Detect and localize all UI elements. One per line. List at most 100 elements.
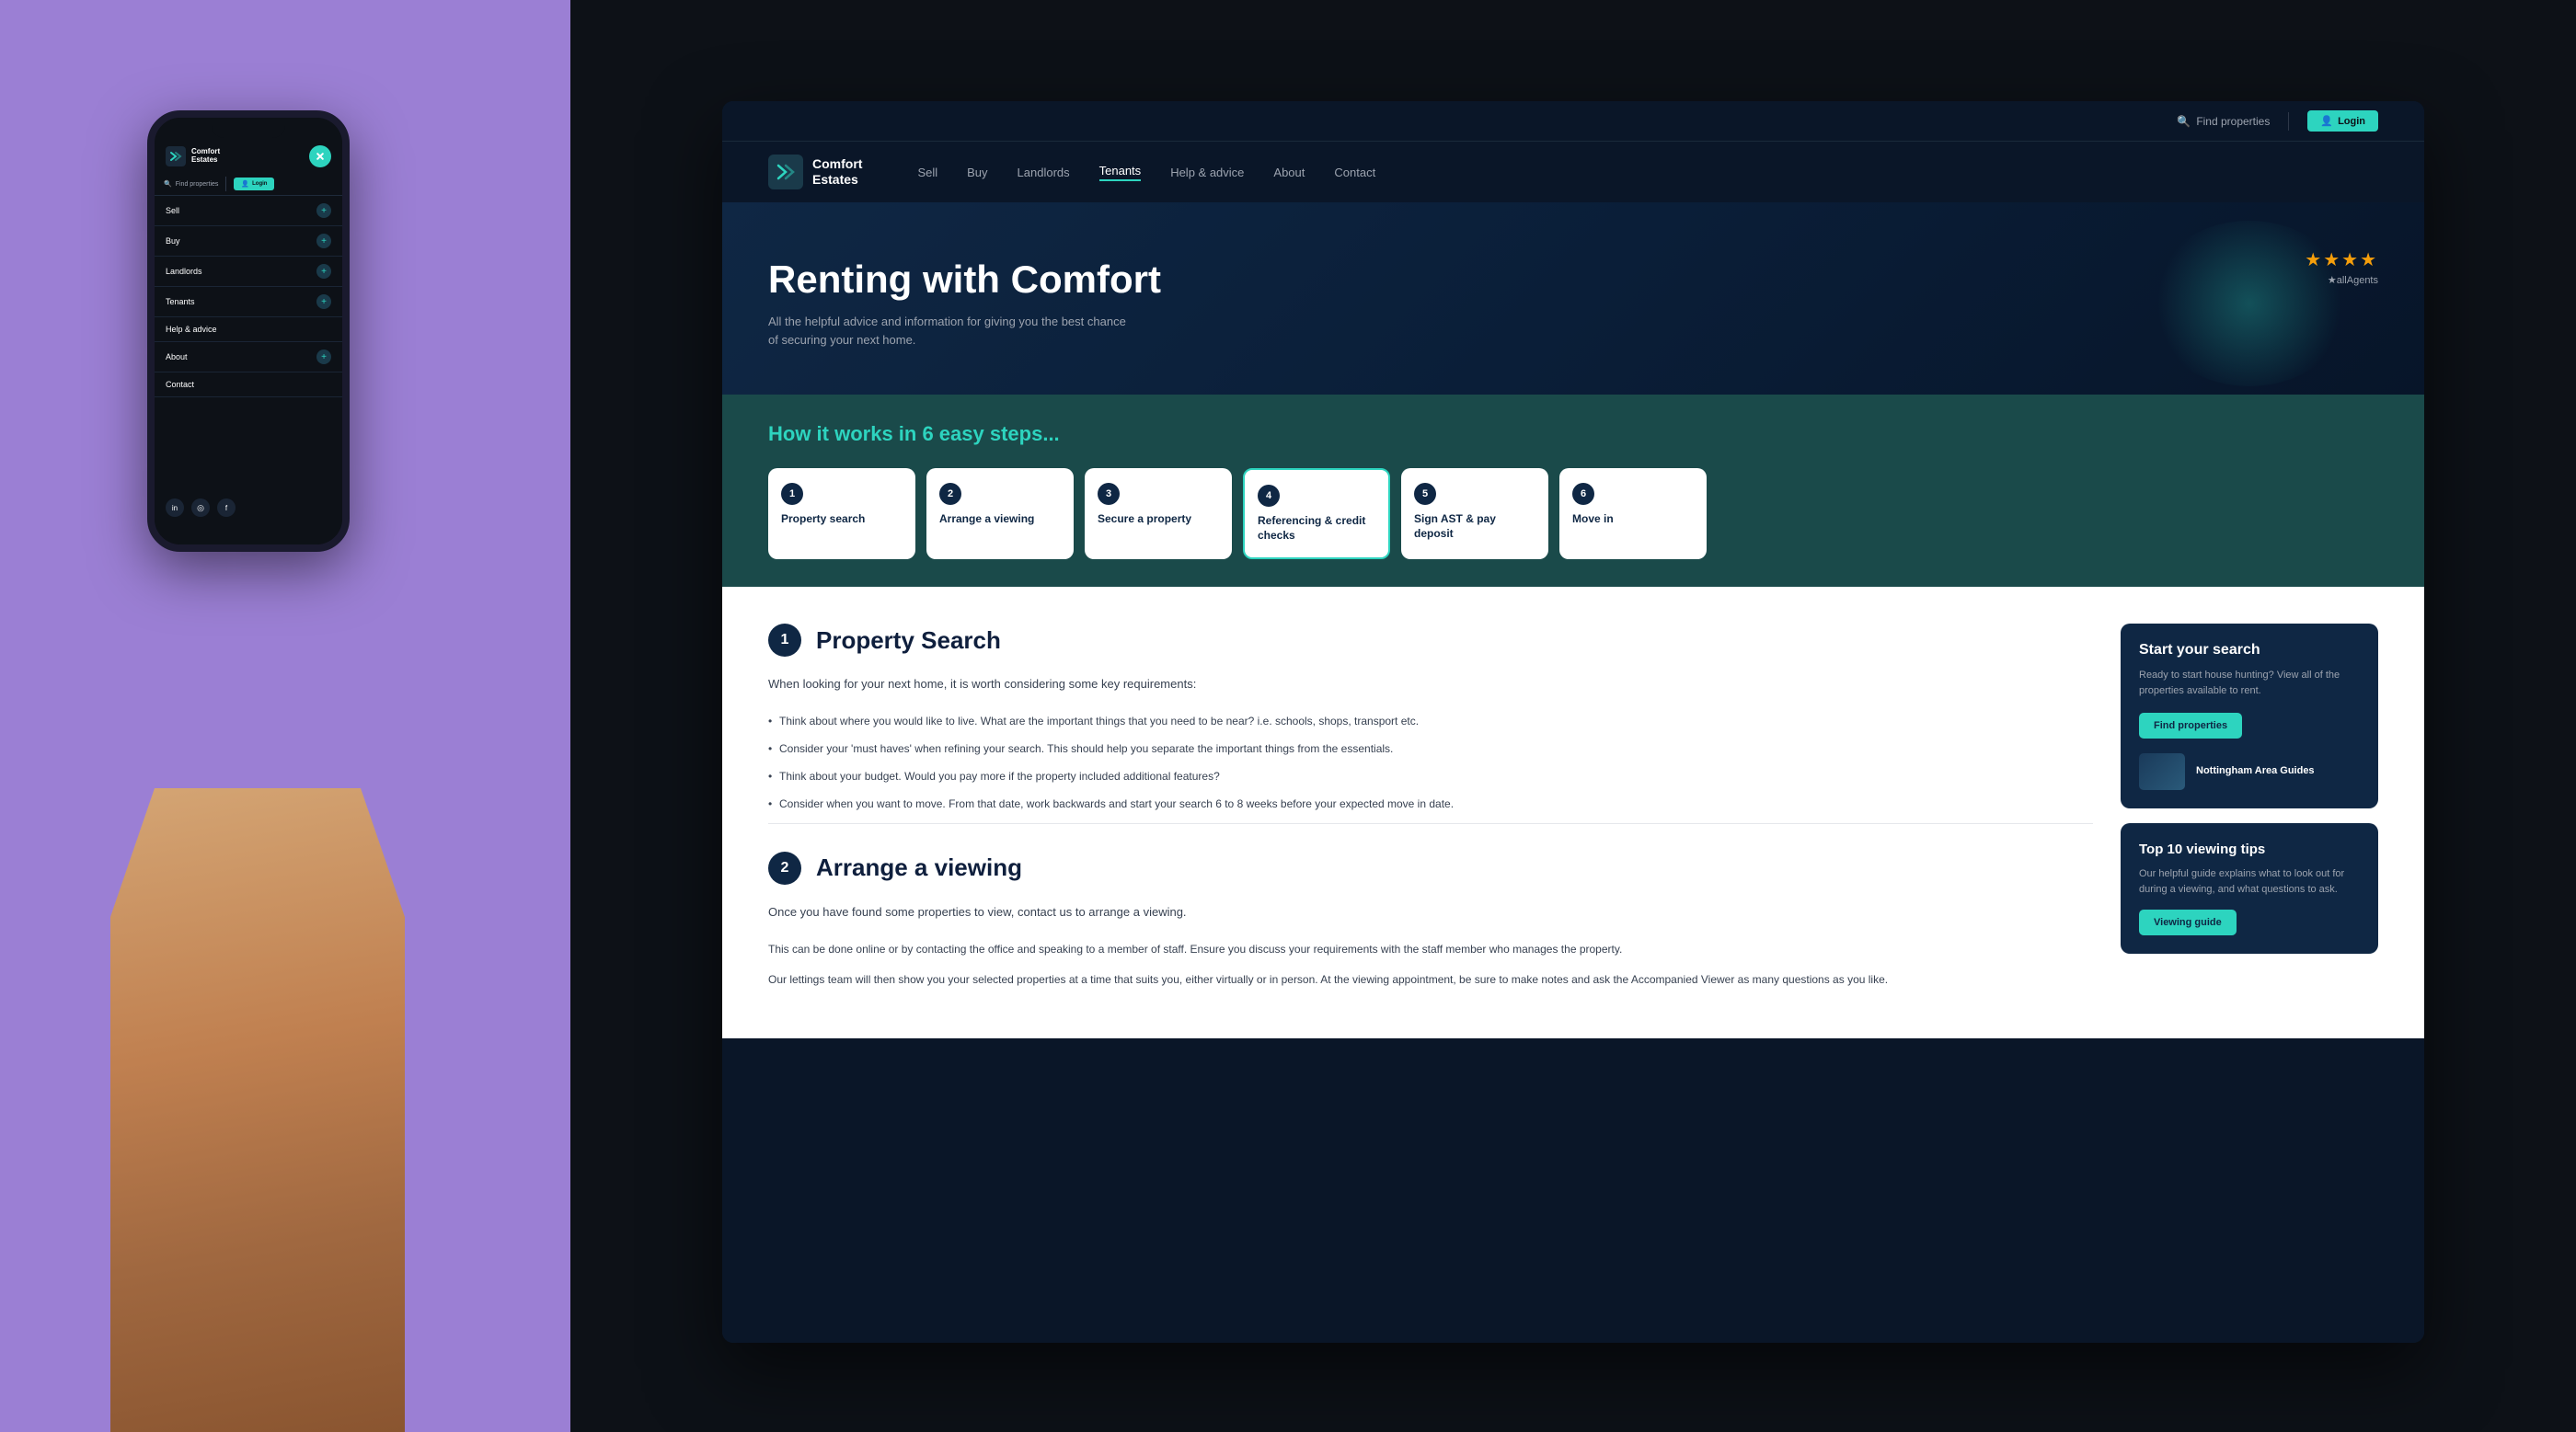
bullet-3: Think about your budget. Would you pay m… (768, 768, 2093, 785)
site-navigation: Comfort Estates Sell Buy Landlords Tenan… (722, 142, 2424, 202)
section2-number: 2 (768, 852, 801, 885)
phone-menu-item-contact[interactable]: Contact (155, 372, 342, 397)
section1-title: Property Search (816, 626, 1001, 655)
phone-menu-item-sell[interactable]: Sell + (155, 196, 342, 226)
step-label-3: Secure a property (1098, 512, 1191, 527)
phone-find-properties[interactable]: 🔍 Find properties (164, 180, 218, 188)
nav-link-contact[interactable]: Contact (1334, 166, 1375, 179)
website-wrapper: 🔍 Find properties 👤 Login (722, 101, 2424, 1343)
step-label-5: Sign AST & pay deposit (1414, 512, 1535, 541)
allagents-stars: ★★★★ (2305, 248, 2378, 271)
utility-login-button[interactable]: 👤 Login (2307, 110, 2378, 132)
sidebar-search-title: Start your search (2139, 642, 2360, 659)
section1-header: 1 Property Search (768, 624, 2093, 657)
phone-menu: Sell + Buy + Landlords + Tenants + Help … (155, 196, 342, 397)
step-card-4[interactable]: 4 Referencing & credit checks (1243, 468, 1390, 559)
nav-logo: Comfort Estates (768, 155, 862, 189)
step-number-2: 2 (939, 483, 961, 505)
nav-link-sell[interactable]: Sell (917, 166, 937, 179)
step-card-5[interactable]: 5 Sign AST & pay deposit (1401, 468, 1548, 559)
section2-title: Arrange a viewing (816, 853, 1022, 882)
buy-expand-icon: + (316, 234, 331, 248)
hero-title: Renting with Comfort (768, 258, 2378, 302)
step-number-3: 3 (1098, 483, 1120, 505)
phone-header: Comfort Estates (155, 138, 342, 173)
sidebar-card-viewing-tips: Top 10 viewing tips Our helpful guide ex… (2121, 823, 2378, 954)
nav-link-buy[interactable]: Buy (967, 166, 987, 179)
nav-links: Sell Buy Landlords Tenants Help & advice… (917, 164, 1375, 181)
step-card-1[interactable]: 1 Property search (768, 468, 915, 559)
sidebar-guide-item: Nottingham Area Guides (2139, 753, 2360, 790)
steps-section: How it works in 6 easy steps... 1 Proper… (722, 395, 2424, 587)
step-card-2[interactable]: 2 Arrange a viewing (926, 468, 1074, 559)
nav-link-help[interactable]: Help & advice (1170, 166, 1244, 179)
phone-close-button[interactable] (309, 145, 331, 167)
landlords-expand-icon: + (316, 264, 331, 279)
section1-number: 1 (768, 624, 801, 657)
content-left: 1 Property Search When looking for your … (768, 624, 2093, 1002)
find-properties-button[interactable]: Find properties (2139, 713, 2242, 739)
viewing-tips-title: Top 10 viewing tips (2139, 842, 2360, 857)
step-number-5: 5 (1414, 483, 1436, 505)
step-label-4: Referencing & credit checks (1258, 514, 1375, 543)
instagram-icon[interactable]: ◎ (191, 498, 210, 517)
hero-section: Renting with Comfort All the helpful adv… (722, 202, 2424, 395)
section1-bullets: Think about where you would like to live… (768, 713, 2093, 812)
viewing-guide-button[interactable]: Viewing guide (2139, 910, 2237, 935)
nav-logo-text: Comfort Estates (812, 156, 862, 188)
sidebar-card-search: Start your search Ready to start house h… (2121, 624, 2378, 808)
step-number-4: 4 (1258, 485, 1280, 507)
section2-body1: This can be done online or by contacting… (768, 941, 2093, 958)
step-label-2: Arrange a viewing (939, 512, 1034, 527)
section-arrange-viewing: 2 Arrange a viewing Once you have found … (768, 823, 2093, 989)
nav-logo-icon (768, 155, 803, 189)
section-property-search: 1 Property Search When looking for your … (768, 624, 2093, 812)
about-expand-icon: + (316, 349, 331, 364)
hero-background-orb (2148, 221, 2351, 386)
phone-menu-item-landlords[interactable]: Landlords + (155, 257, 342, 287)
phone-logo-icon (166, 146, 186, 166)
step-card-6[interactable]: 6 Move in (1559, 468, 1707, 559)
phone-mockup: Comfort Estates 🔍 Find properties 👤 Logi… (147, 110, 350, 552)
steps-title: How it works in 6 easy steps... (768, 422, 2378, 446)
facebook-icon[interactable]: f (217, 498, 236, 517)
allagents-text: ★allAgents (2328, 274, 2378, 286)
phone-menu-item-buy[interactable]: Buy + (155, 226, 342, 257)
allagents-badge: ★★★★ ★allAgents (2305, 248, 2378, 286)
tenants-expand-icon: + (316, 294, 331, 309)
nav-link-about[interactable]: About (1273, 166, 1305, 179)
phone-logo: Comfort Estates (166, 146, 220, 166)
phone-login-button[interactable]: 👤 Login (234, 178, 274, 190)
viewing-tips-text: Our helpful guide explains what to look … (2139, 866, 2360, 897)
guide-label: Nottingham Area Guides (2196, 764, 2315, 778)
hand-holding-phone (0, 788, 570, 1432)
search-icon: 🔍 (2177, 115, 2191, 128)
phone-nav-divider (225, 177, 226, 191)
linkedin-icon[interactable]: in (166, 498, 184, 517)
phone-menu-item-about[interactable]: About + (155, 342, 342, 372)
utility-find-properties[interactable]: 🔍 Find properties (2177, 115, 2270, 128)
left-panel: Comfort Estates 🔍 Find properties 👤 Logi… (0, 0, 570, 1432)
guide-thumbnail (2139, 753, 2185, 790)
hand-shape (110, 788, 405, 1432)
sell-expand-icon: + (316, 203, 331, 218)
phone-menu-item-help[interactable]: Help & advice (155, 317, 342, 342)
section2-header: 2 Arrange a viewing (768, 852, 2093, 885)
bullet-4: Consider when you want to move. From tha… (768, 796, 2093, 812)
section2-body2: Our lettings team will then show you you… (768, 971, 2093, 989)
phone-nav-bar: 🔍 Find properties 👤 Login (155, 173, 342, 196)
step-card-3[interactable]: 3 Secure a property (1085, 468, 1232, 559)
step-number-6: 6 (1572, 483, 1594, 505)
nav-link-landlords[interactable]: Landlords (1018, 166, 1070, 179)
content-sidebar: Start your search Ready to start house h… (2121, 624, 2378, 1002)
nav-link-tenants[interactable]: Tenants (1099, 164, 1142, 181)
phone-menu-item-tenants[interactable]: Tenants + (155, 287, 342, 317)
phone-notch (212, 118, 285, 138)
hero-subtitle: All the helpful advice and information f… (768, 313, 1136, 349)
utility-bar: 🔍 Find properties 👤 Login (722, 101, 2424, 142)
sidebar-search-text: Ready to start house hunting? View all o… (2139, 668, 2360, 698)
right-panel: 🔍 Find properties 👤 Login (570, 0, 2576, 1432)
section1-description: When looking for your next home, it is w… (768, 675, 2093, 694)
bullet-1: Think about where you would like to live… (768, 713, 2093, 729)
phone-screen: Comfort Estates 🔍 Find properties 👤 Logi… (155, 118, 342, 544)
